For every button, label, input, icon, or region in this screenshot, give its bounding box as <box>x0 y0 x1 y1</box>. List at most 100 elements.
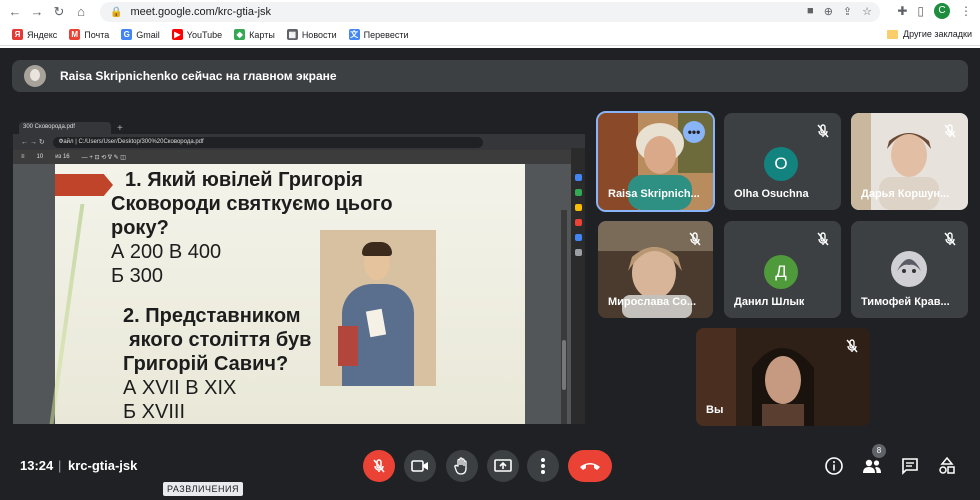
bookmark-item[interactable]: M Почта <box>69 29 109 40</box>
menu-icon[interactable]: ⋮ <box>960 4 972 18</box>
home-icon[interactable]: ⌂ <box>74 5 88 19</box>
back-icon[interactable]: ← <box>8 5 22 19</box>
bookmark-label: Перевести <box>363 29 409 40</box>
mic-off-icon <box>689 232 701 246</box>
more-options-icon[interactable]: ••• <box>683 121 705 143</box>
activities-icon <box>939 457 955 474</box>
pdf-viewport: 1. Який ювілей Григорія Сковороди святку… <box>13 164 585 424</box>
shared-address-row: ← → ↻ Файл | C:/Users/User/Desktop/300%2… <box>13 134 585 150</box>
pdf-page-current: 10 <box>36 154 44 160</box>
participant-tile-miroslava[interactable]: Мирослава Со... <box>598 221 713 318</box>
question-2: 2. Представником якого століття був Григ… <box>123 305 312 423</box>
presenter-avatar <box>24 65 46 87</box>
participant-tile-raisa[interactable]: ••• Raisa Skripnich... <box>596 111 715 212</box>
reading-list-icon[interactable]: ▯ <box>917 4 924 18</box>
participant-tile-self[interactable]: Вы <box>696 328 870 426</box>
mic-off-icon <box>846 339 858 353</box>
mic-off-icon <box>817 232 829 246</box>
profile-avatar[interactable]: C <box>934 3 950 19</box>
participant-name: Olha Osuchna <box>734 188 809 200</box>
bookmark-icon: 文 <box>348 29 360 40</box>
pdf-toolbar: ≡ 10 из 16 — + ⊡ ⟲ ∇ ✎ ◫ <box>13 150 585 164</box>
lock-icon[interactable]: 🔒 <box>110 7 122 18</box>
share-icon[interactable]: ⇪ <box>843 5 852 18</box>
participant-tile-olha[interactable]: O Olha Osuchna <box>724 113 841 210</box>
raise-hand-button[interactable] <box>446 450 478 482</box>
participant-name: Вы <box>706 404 724 416</box>
info-icon <box>825 457 843 475</box>
leave-call-button[interactable] <box>568 450 612 482</box>
extensions-icon[interactable]: ✚ <box>897 4 907 18</box>
present-screen-button[interactable] <box>487 450 519 482</box>
bookmark-label: Яндекс <box>27 29 58 40</box>
zoom-icon[interactable]: ⊕ <box>824 5 833 18</box>
bookmark-icon: Я <box>12 29 23 40</box>
shared-screen: 300 Сковорода.pdf + ← → ↻ Файл | C:/User… <box>13 118 585 424</box>
people-icon <box>863 459 881 473</box>
meeting-code: krc-gtia-jsk <box>68 458 138 473</box>
participant-name: Мирослава Со... <box>608 296 697 308</box>
bookmark-icon: ▶ <box>171 29 183 40</box>
participant-name: Данил Шлык <box>734 296 805 308</box>
shared-address: Файл | C:/Users/User/Desktop/300%20Сково… <box>52 136 483 148</box>
bookmark-icon: ◆ <box>234 29 246 40</box>
chat-button[interactable] <box>898 454 922 478</box>
mic-off-icon <box>944 124 956 138</box>
pdf-tools-icon: — + ⊡ ⟲ ∇ ✎ ◫ <box>81 154 126 161</box>
more-options-button[interactable] <box>527 450 559 482</box>
slide-ribbon <box>55 174 113 196</box>
forward-icon[interactable]: → <box>30 5 44 19</box>
activities-button[interactable] <box>935 454 959 478</box>
bookmarks-bar: Я Яндекс M Почта G Gmail ▶ YouTube ◆ Карты ▦ Новост… <box>0 24 980 46</box>
participant-avatar-image <box>891 251 927 287</box>
mic-toggle-button[interactable] <box>363 450 395 482</box>
shared-tabstrip: 300 Сковорода.pdf + <box>13 118 585 134</box>
meeting-details-button[interactable] <box>822 454 846 478</box>
bookmark-item[interactable]: ▦ Новости <box>286 29 337 40</box>
pdf-scrollbar <box>561 210 567 424</box>
more-vert-icon <box>541 458 545 474</box>
mic-off-icon <box>944 232 956 246</box>
url-text: meet.google.com/krc-gtia-jsk <box>130 6 272 18</box>
camera-toggle-button[interactable] <box>404 450 436 482</box>
tooltip: РАЗВЛИЧЕНИЯ <box>163 482 243 496</box>
pdf-page-total: из 16 <box>55 154 70 160</box>
participant-avatar: O <box>764 147 798 181</box>
bookmark-label: YouTube <box>186 29 223 40</box>
browser-chrome: ← → ↻ ⌂ 🔒 meet.google.com/krc-gtia-jsk ■… <box>0 0 980 48</box>
present-icon <box>494 459 512 472</box>
bookmark-item[interactable]: ◆ Карты <box>234 29 275 40</box>
other-bookmarks[interactable]: Другие закладки <box>887 29 972 39</box>
bookmark-item[interactable]: G Gmail <box>121 29 160 40</box>
address-bar[interactable]: 🔒 meet.google.com/krc-gtia-jsk ■ ⊕ ⇪ ☆ <box>100 2 880 22</box>
bookmark-label: Новости <box>301 29 337 40</box>
hang-up-icon <box>580 463 600 470</box>
bookmark-item[interactable]: 文 Перевести <box>348 29 409 40</box>
bookmark-icon: ▦ <box>286 29 298 40</box>
new-tab-icon: + <box>117 123 123 134</box>
shared-tab: 300 Сковорода.pdf <box>19 122 111 134</box>
participant-avatar: Д <box>764 255 798 289</box>
banner-text: Raisa Skripnichenko сейчас на главном эк… <box>60 69 337 83</box>
bookmark-item[interactable]: ▶ YouTube <box>171 29 223 40</box>
shared-nav-icon: ← → ↻ <box>21 139 45 146</box>
bookmark-star-icon[interactable]: ☆ <box>862 5 872 18</box>
mic-off-icon <box>817 124 829 138</box>
skovoroda-portrait <box>320 230 436 386</box>
bookmark-label: Gmail <box>136 29 160 40</box>
participant-tile-danil[interactable]: Д Данил Шлык <box>724 221 841 318</box>
people-count-badge: 8 <box>872 444 886 458</box>
bookmark-item[interactable]: Я Яндекс <box>12 29 57 40</box>
reload-icon[interactable]: ↻ <box>52 5 66 19</box>
bookmark-icon: M <box>69 29 81 40</box>
participant-tile-timofey[interactable]: Тимофей Крав... <box>851 221 968 318</box>
participant-name: Raisa Skripnich... <box>608 188 700 200</box>
pdf-menu-icon: ≡ <box>21 154 25 160</box>
camera-in-use-icon[interactable]: ■ <box>807 5 814 18</box>
participant-tile-darya[interactable]: Дарья Коршун... <box>851 113 968 210</box>
folder-icon <box>887 29 899 39</box>
hand-icon <box>454 457 467 475</box>
browser-toolbar: ← → ↻ ⌂ 🔒 meet.google.com/krc-gtia-jsk ■… <box>0 0 980 24</box>
camera-icon <box>411 460 428 472</box>
slide-page: 1. Який ювілей Григорія Сковороди святку… <box>49 164 525 424</box>
